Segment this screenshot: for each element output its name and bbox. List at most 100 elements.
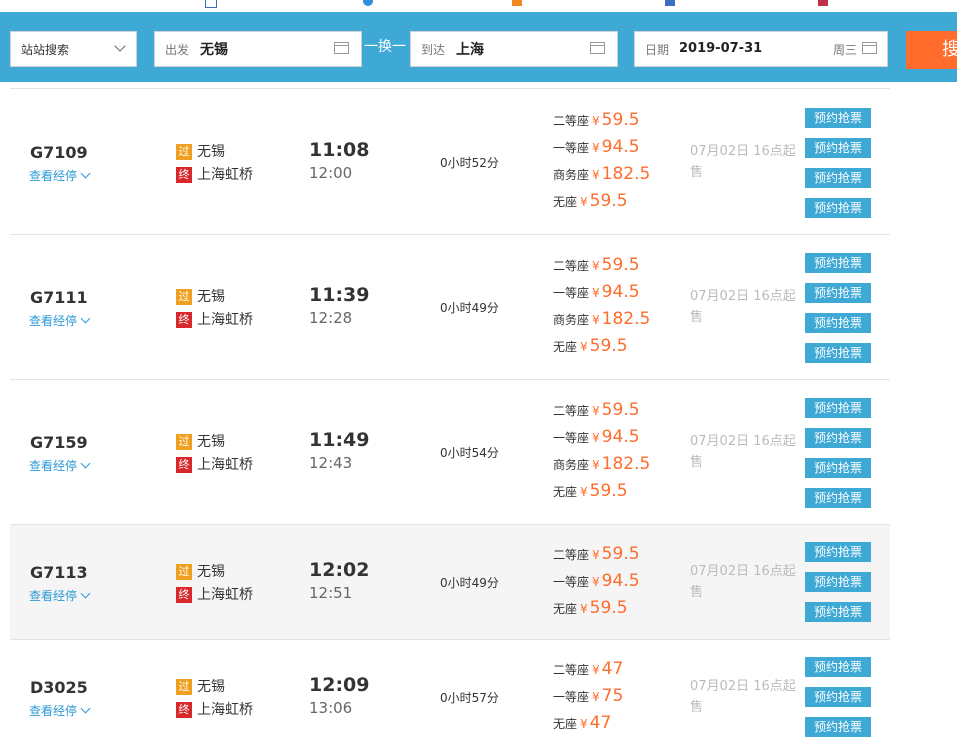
book-ticket-button[interactable]: 预约抢票 [805,488,871,508]
departure-station: 过无锡 [176,286,225,306]
train-number[interactable]: G7111 [30,288,88,307]
view-stops-link[interactable]: 查看经停 [29,587,91,604]
to-label: 到达 [421,43,446,57]
book-ticket-button[interactable]: 预约抢票 [805,687,871,707]
pass-tag: 过 [176,289,192,305]
view-stops-link[interactable]: 查看经停 [29,312,91,329]
departure-time: 12:02 [309,559,370,581]
sale-time-note: 07月02日 16点起售 [690,564,796,600]
arrival-station: 终上海虹桥 [176,309,253,329]
station-list-icon[interactable] [334,42,349,54]
pass-tag: 过 [176,144,192,160]
train-number[interactable]: G7159 [30,433,88,452]
seat-price: 商务座 ¥182.5 [553,454,651,474]
duration: 0小时54分 [440,446,499,460]
departure-time: 11:39 [309,284,370,306]
seat-price: 一等座 ¥94.5 [553,137,640,157]
swap-stations-button[interactable]: 一换一 [364,36,406,56]
seat-price: 无座 ¥47 [553,713,612,733]
duration: 0小时49分 [440,301,499,315]
departure-station: 过无锡 [176,561,225,581]
seat-price: 二等座 ¥59.5 [553,255,640,275]
date-field[interactable]: 日期 2019-07-31 周三 [634,31,888,67]
from-value: 无锡 [200,42,228,58]
seat-price: 无座 ¥59.5 [553,191,628,211]
station-name: 上海虹桥 [197,702,253,718]
departure-time: 12:09 [309,674,370,696]
search-mode-select[interactable]: 站站搜索 [10,31,137,67]
view-stops-label: 查看经停 [29,169,78,183]
station-name: 无锡 [197,144,225,160]
view-stops-label: 查看经停 [29,704,78,718]
bookmark-icon[interactable] [512,0,522,6]
book-ticket-button[interactable]: 预约抢票 [805,283,871,303]
terminal-tag: 终 [176,312,192,328]
book-ticket-button[interactable]: 预约抢票 [805,572,871,592]
view-stops-link[interactable]: 查看经停 [29,702,91,719]
book-ticket-button[interactable]: 预约抢票 [805,313,871,333]
bookmark-icon[interactable] [665,0,675,6]
pass-tag: 过 [176,564,192,580]
book-ticket-button[interactable]: 预约抢票 [805,168,871,188]
chevron-down-icon [80,588,91,599]
station-name: 上海虹桥 [197,312,253,328]
pass-tag: 过 [176,679,192,695]
arrival-time: 12:00 [309,164,353,182]
station-name: 上海虹桥 [197,167,253,183]
book-ticket-button[interactable]: 预约抢票 [805,542,871,562]
view-stops-link[interactable]: 查看经停 [29,167,91,184]
bookmark-icon[interactable] [363,0,373,6]
bookmark-icon[interactable] [205,0,217,8]
seat-price: 二等座 ¥59.5 [553,544,640,564]
seat-price: 二等座 ¥59.5 [553,400,640,420]
terminal-tag: 终 [176,457,192,473]
station-list-icon[interactable] [590,42,605,54]
book-ticket-button[interactable]: 预约抢票 [805,198,871,218]
book-ticket-button[interactable]: 预约抢票 [805,398,871,418]
book-ticket-button[interactable]: 预约抢票 [805,657,871,677]
sale-time-note: 07月02日 16点起售 [690,434,796,470]
seat-price: 无座 ¥59.5 [553,598,628,618]
train-number[interactable]: G7113 [30,563,88,582]
view-stops-label: 查看经停 [29,314,78,328]
station-name: 上海虹桥 [197,457,253,473]
from-station-field[interactable]: 出发 无锡 [154,31,362,67]
terminal-tag: 终 [176,167,192,183]
train-number[interactable]: G7109 [30,143,88,162]
seat-price: 一等座 ¥75 [553,686,624,706]
from-label: 出发 [165,43,190,57]
station-name: 上海虹桥 [197,587,253,603]
seat-price: 一等座 ¥94.5 [553,571,640,591]
book-ticket-button[interactable]: 预约抢票 [805,138,871,158]
book-ticket-button[interactable]: 预约抢票 [805,108,871,128]
duration: 0小时49分 [440,576,499,590]
search-mode-value: 站站搜索 [21,43,70,57]
book-ticket-button[interactable]: 预约抢票 [805,602,871,622]
departure-time: 11:49 [309,429,370,451]
arrival-station: 终上海虹桥 [176,164,253,184]
terminal-tag: 终 [176,702,192,718]
pass-tag: 过 [176,434,192,450]
search-button[interactable]: 搜 [906,31,957,69]
sale-time-note: 07月02日 16点起售 [690,679,796,715]
calendar-icon[interactable] [862,42,877,54]
view-stops-label: 查看经停 [29,459,78,473]
seat-price: 无座 ¥59.5 [553,336,628,356]
departure-station: 过无锡 [176,676,225,696]
train-row: G7111 查看经停 过无锡 终上海虹桥 11:39 12:28 0小时49分 … [10,235,890,380]
book-ticket-button[interactable]: 预约抢票 [805,717,871,737]
bookmark-icon[interactable] [818,0,828,6]
to-station-field[interactable]: 到达 上海 [410,31,618,67]
train-number[interactable]: D3025 [30,678,88,697]
station-name: 无锡 [197,434,225,450]
view-stops-link[interactable]: 查看经停 [29,457,91,474]
view-stops-label: 查看经停 [29,589,78,603]
book-ticket-button[interactable]: 预约抢票 [805,428,871,448]
book-ticket-button[interactable]: 预约抢票 [805,458,871,478]
arrival-station: 终上海虹桥 [176,584,253,604]
weekday-label: 周三 [833,43,858,57]
book-ticket-button[interactable]: 预约抢票 [805,253,871,273]
arrival-station: 终上海虹桥 [176,699,253,719]
bookmarks-bar [0,0,957,12]
book-ticket-button[interactable]: 预约抢票 [805,343,871,363]
